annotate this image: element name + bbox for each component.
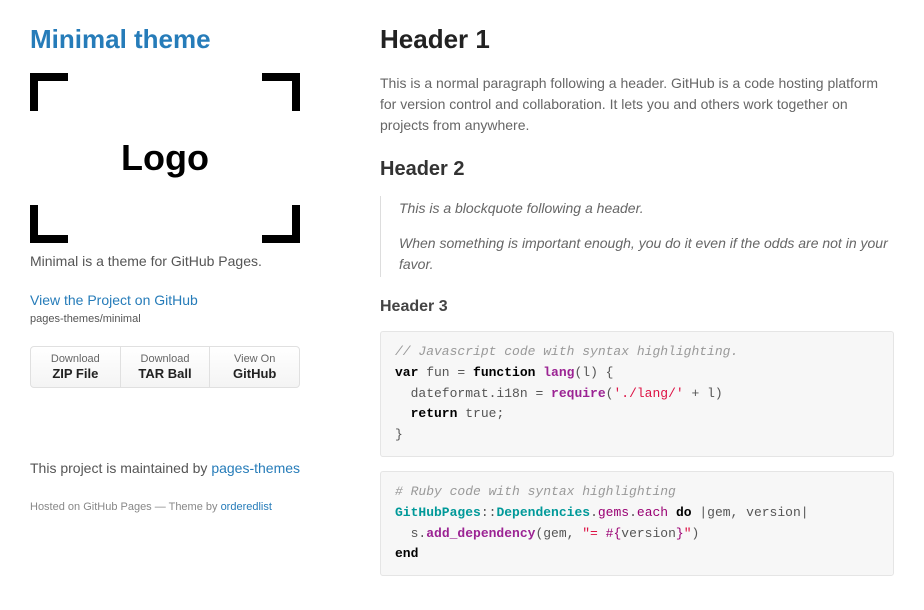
button-label-bottom: TAR Ball	[121, 366, 210, 382]
header-2: Header 2	[380, 154, 894, 184]
download-zip-button[interactable]: Download ZIP File	[31, 347, 121, 388]
blockquote-line: When something is important enough, you …	[399, 233, 894, 275]
header-1: Header 1	[380, 20, 894, 59]
footer-note: Hosted on GitHub Pages — Theme by ordere…	[30, 499, 340, 516]
download-buttons: Download ZIP File Download TAR Ball View…	[30, 346, 300, 389]
button-label-top: Download	[141, 353, 190, 365]
header-3: Header 3	[380, 295, 894, 319]
button-label-top: Download	[51, 353, 100, 365]
button-label-top: View On	[234, 353, 275, 365]
blockquote-line: This is a blockquote following a header.	[399, 198, 894, 219]
blockquote: This is a blockquote following a header.…	[380, 196, 894, 277]
button-label-bottom: GitHub	[210, 366, 299, 382]
download-tar-button[interactable]: Download TAR Ball	[121, 347, 211, 388]
maintained-by: This project is maintained by pages-them…	[30, 458, 340, 479]
repo-slug: pages-themes/minimal	[30, 311, 340, 328]
site-title-link[interactable]: Minimal theme	[30, 20, 340, 59]
maintained-prefix: This project is maintained by	[30, 460, 211, 476]
sidebar: Minimal theme Logo Minimal is a theme fo…	[30, 20, 340, 590]
button-label-bottom: ZIP File	[31, 366, 120, 382]
code-block-js: // Javascript code with syntax highlight…	[380, 331, 894, 457]
github-project-link[interactable]: View the Project on GitHub	[30, 290, 340, 311]
main-content: Header 1 This is a normal paragraph foll…	[380, 20, 894, 590]
intro-paragraph: This is a normal paragraph following a h…	[380, 73, 894, 136]
tagline: Minimal is a theme for GitHub Pages.	[30, 251, 340, 272]
theme-author-link[interactable]: orderedlist	[221, 501, 272, 513]
maintainer-link[interactable]: pages-themes	[211, 460, 300, 476]
logo-text: Logo	[121, 131, 209, 185]
view-github-button[interactable]: View On GitHub	[210, 347, 299, 388]
logo-image: Logo	[30, 73, 300, 243]
code-block-ruby: # Ruby code with syntax highlighting Git…	[380, 471, 894, 576]
footer-prefix: Hosted on GitHub Pages — Theme by	[30, 501, 221, 513]
